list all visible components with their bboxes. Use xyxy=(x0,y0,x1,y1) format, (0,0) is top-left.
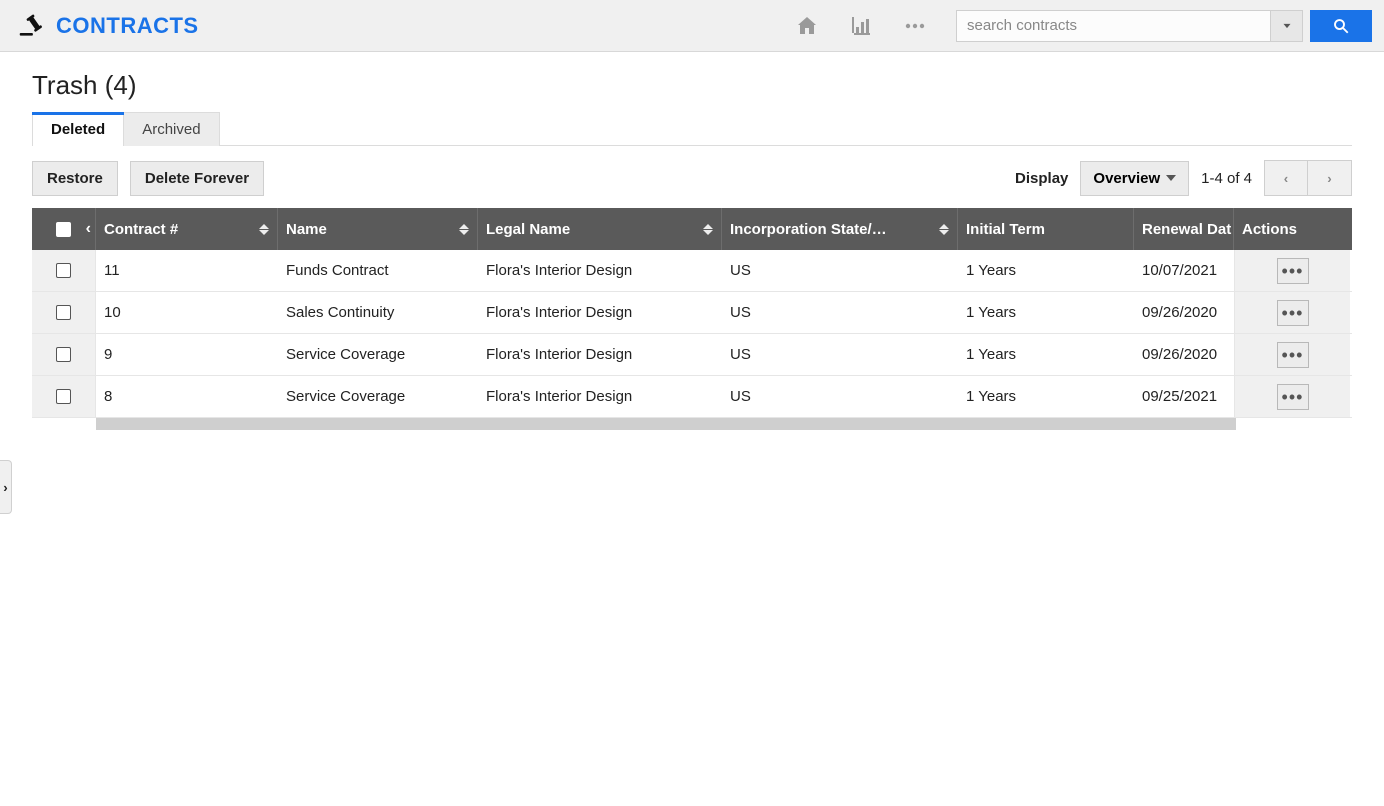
tab-archived[interactable]: Archived xyxy=(124,112,219,146)
cell-initial-term: 1 Years xyxy=(958,292,1134,333)
header-renewal-date[interactable]: Renewal Dat xyxy=(1134,208,1234,250)
grid-header: ‹ Contract # Name Legal Name Incorporati… xyxy=(32,208,1352,250)
content: Trash (4) Deleted Archived Restore Delet… xyxy=(0,52,1384,430)
cell-contract-no: 11 xyxy=(96,250,278,291)
cell-actions: ••• xyxy=(1234,292,1350,333)
restore-button[interactable]: Restore xyxy=(32,161,118,196)
row-checkbox[interactable] xyxy=(56,263,71,278)
pager-buttons: ‹ › xyxy=(1264,160,1352,196)
header-name[interactable]: Name xyxy=(278,208,478,250)
sort-icon xyxy=(459,224,469,235)
home-icon[interactable] xyxy=(794,14,820,38)
row-checkbox[interactable] xyxy=(56,305,71,320)
row-actions-button[interactable]: ••• xyxy=(1277,384,1309,410)
cell-actions: ••• xyxy=(1234,334,1350,375)
header-initial-term[interactable]: Initial Term xyxy=(958,208,1134,250)
topbar: CONTRACTS xyxy=(0,0,1384,52)
tabs: Deleted Archived xyxy=(32,111,1352,146)
reports-icon[interactable] xyxy=(848,14,874,38)
sort-icon xyxy=(259,224,269,235)
cell-initial-term: 1 Years xyxy=(958,250,1134,291)
header-incorporation[interactable]: Incorporation State/… xyxy=(722,208,958,250)
table-row: 9Service CoverageFlora's Interior Design… xyxy=(32,334,1352,376)
header-legal-name[interactable]: Legal Name xyxy=(478,208,722,250)
row-checkbox-cell xyxy=(32,292,96,333)
sort-icon xyxy=(703,224,713,235)
page-title: Trash (4) xyxy=(32,70,1352,101)
display-label: Display xyxy=(1015,170,1068,187)
row-checkbox-cell xyxy=(32,334,96,375)
cell-actions: ••• xyxy=(1234,250,1350,291)
searchbox xyxy=(956,10,1372,42)
table-row: 8Service CoverageFlora's Interior Design… xyxy=(32,376,1352,418)
tab-deleted[interactable]: Deleted xyxy=(32,112,124,146)
data-grid: ‹ Contract # Name Legal Name Incorporati… xyxy=(32,208,1352,430)
sort-icon xyxy=(939,224,949,235)
cell-incorporation: US xyxy=(722,292,958,333)
cell-renewal-date: 09/26/2020 xyxy=(1134,292,1234,333)
cell-contract-no: 10 xyxy=(96,292,278,333)
cell-name: Funds Contract xyxy=(278,250,478,291)
gavel-icon xyxy=(18,14,46,38)
more-icon[interactable] xyxy=(902,14,928,38)
row-actions-button[interactable]: ••• xyxy=(1277,342,1309,368)
chevron-right-icon: › xyxy=(3,480,7,495)
cell-actions: ••• xyxy=(1234,376,1350,417)
cell-contract-no: 8 xyxy=(96,376,278,417)
pager-next-button[interactable]: › xyxy=(1308,160,1352,196)
select-all-checkbox[interactable] xyxy=(56,222,71,237)
cell-incorporation: US xyxy=(722,250,958,291)
toolbar: Restore Delete Forever Display Overview … xyxy=(32,160,1352,196)
cell-renewal-date: 09/26/2020 xyxy=(1134,334,1234,375)
cell-name: Sales Continuity xyxy=(278,292,478,333)
cell-initial-term: 1 Years xyxy=(958,334,1134,375)
cell-name: Service Coverage xyxy=(278,376,478,417)
cell-legal-name: Flora's Interior Design xyxy=(478,334,722,375)
cell-legal-name: Flora's Interior Design xyxy=(478,292,722,333)
header-contract-no[interactable]: Contract # xyxy=(96,208,278,250)
cell-initial-term: 1 Years xyxy=(958,376,1134,417)
cell-contract-no: 9 xyxy=(96,334,278,375)
header-actions: › Actions xyxy=(1234,208,1350,250)
delete-forever-button[interactable]: Delete Forever xyxy=(130,161,264,196)
cell-name: Service Coverage xyxy=(278,334,478,375)
cell-legal-name: Flora's Interior Design xyxy=(478,376,722,417)
cell-incorporation: US xyxy=(722,334,958,375)
cell-incorporation: US xyxy=(722,376,958,417)
display-select[interactable]: Overview xyxy=(1080,161,1189,196)
chevron-right-icon: › xyxy=(1327,171,1331,186)
search-button[interactable] xyxy=(1310,10,1372,42)
topbar-icons xyxy=(794,14,928,38)
grid-body: 11Funds ContractFlora's Interior DesignU… xyxy=(32,250,1352,418)
chevron-left-icon: ‹ xyxy=(1284,171,1288,186)
header-select-all[interactable]: ‹ xyxy=(32,208,96,250)
row-checkbox-cell xyxy=(32,250,96,291)
caret-down-icon xyxy=(1166,175,1176,181)
expand-side-button[interactable]: › xyxy=(0,460,12,514)
pager-text: 1-4 of 4 xyxy=(1201,170,1252,187)
cell-renewal-date: 09/25/2021 xyxy=(1134,376,1234,417)
pager-prev-button[interactable]: ‹ xyxy=(1264,160,1308,196)
collapse-left-icon[interactable]: ‹ xyxy=(86,220,91,238)
row-checkbox-cell xyxy=(32,376,96,417)
row-actions-button[interactable]: ••• xyxy=(1277,258,1309,284)
display-value: Overview xyxy=(1093,170,1160,187)
row-actions-button[interactable]: ••• xyxy=(1277,300,1309,326)
horizontal-scrollbar[interactable] xyxy=(96,418,1236,430)
row-checkbox[interactable] xyxy=(56,347,71,362)
row-checkbox[interactable] xyxy=(56,389,71,404)
cell-legal-name: Flora's Interior Design xyxy=(478,250,722,291)
brand: CONTRACTS xyxy=(18,13,199,39)
table-row: 11Funds ContractFlora's Interior DesignU… xyxy=(32,250,1352,292)
search-input[interactable] xyxy=(956,10,1271,42)
search-dropdown-button[interactable] xyxy=(1271,10,1303,42)
cell-renewal-date: 10/07/2021 xyxy=(1134,250,1234,291)
app-title: CONTRACTS xyxy=(56,13,199,39)
table-row: 10Sales ContinuityFlora's Interior Desig… xyxy=(32,292,1352,334)
